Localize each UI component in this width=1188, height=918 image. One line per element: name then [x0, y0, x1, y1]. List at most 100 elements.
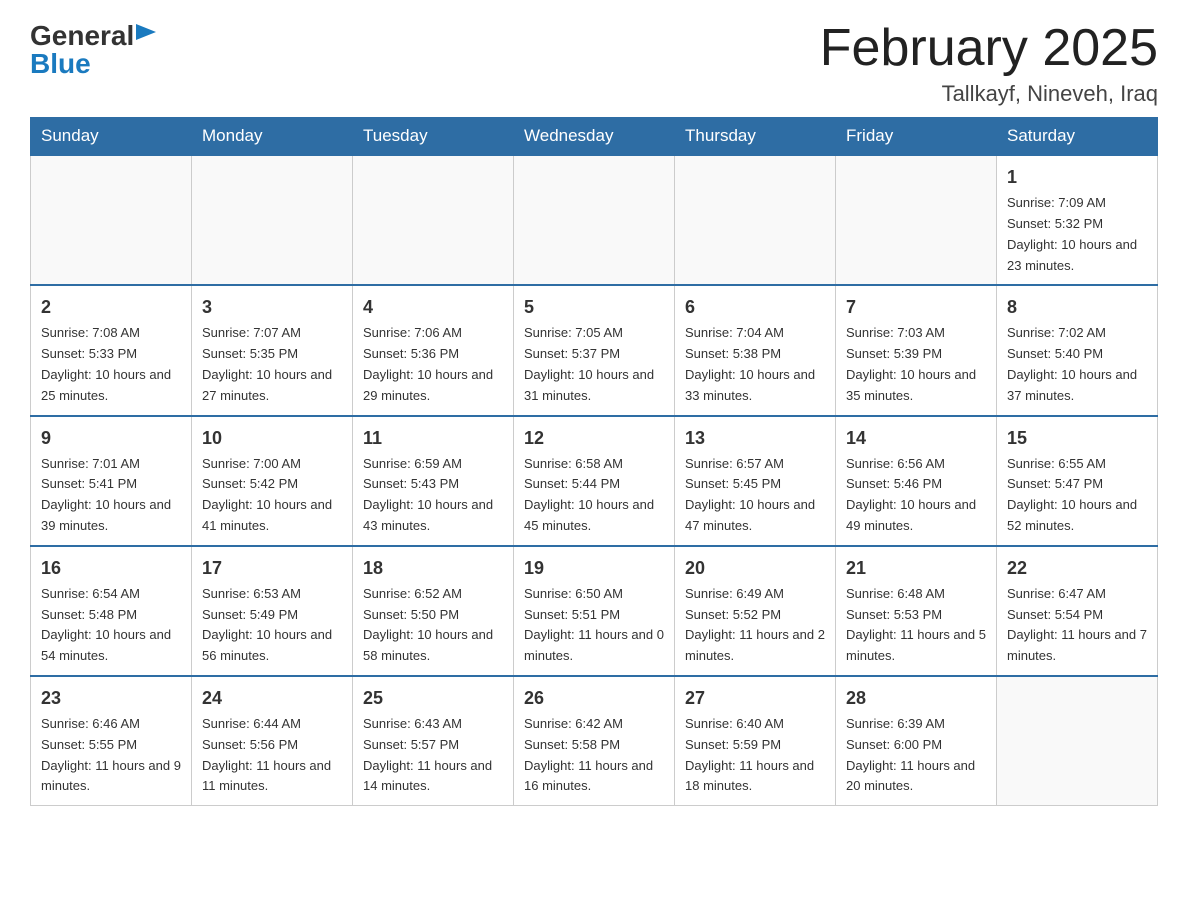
calendar-cell: 17Sunrise: 6:53 AM Sunset: 5:49 PM Dayli… — [192, 546, 353, 676]
day-info: Sunrise: 6:44 AM Sunset: 5:56 PM Dayligh… — [202, 714, 342, 797]
calendar-cell — [675, 155, 836, 285]
calendar-cell: 27Sunrise: 6:40 AM Sunset: 5:59 PM Dayli… — [675, 676, 836, 806]
day-number: 11 — [363, 425, 503, 452]
day-info: Sunrise: 6:48 AM Sunset: 5:53 PM Dayligh… — [846, 584, 986, 667]
day-info: Sunrise: 7:06 AM Sunset: 5:36 PM Dayligh… — [363, 323, 503, 406]
calendar-week-row: 16Sunrise: 6:54 AM Sunset: 5:48 PM Dayli… — [31, 546, 1158, 676]
calendar-week-row: 1Sunrise: 7:09 AM Sunset: 5:32 PM Daylig… — [31, 155, 1158, 285]
day-number: 10 — [202, 425, 342, 452]
day-info: Sunrise: 6:58 AM Sunset: 5:44 PM Dayligh… — [524, 454, 664, 537]
day-info: Sunrise: 6:54 AM Sunset: 5:48 PM Dayligh… — [41, 584, 181, 667]
day-number: 23 — [41, 685, 181, 712]
calendar-subtitle: Tallkayf, Nineveh, Iraq — [820, 81, 1158, 107]
calendar-cell: 1Sunrise: 7:09 AM Sunset: 5:32 PM Daylig… — [997, 155, 1158, 285]
calendar-cell: 28Sunrise: 6:39 AM Sunset: 6:00 PM Dayli… — [836, 676, 997, 806]
calendar-week-row: 2Sunrise: 7:08 AM Sunset: 5:33 PM Daylig… — [31, 285, 1158, 415]
day-number: 15 — [1007, 425, 1147, 452]
day-info: Sunrise: 7:09 AM Sunset: 5:32 PM Dayligh… — [1007, 193, 1147, 276]
logo-flag-icon — [136, 24, 156, 46]
calendar-cell — [31, 155, 192, 285]
calendar-cell — [997, 676, 1158, 806]
calendar-cell: 5Sunrise: 7:05 AM Sunset: 5:37 PM Daylig… — [514, 285, 675, 415]
day-info: Sunrise: 7:05 AM Sunset: 5:37 PM Dayligh… — [524, 323, 664, 406]
title-block: February 2025 Tallkayf, Nineveh, Iraq — [820, 20, 1158, 107]
day-info: Sunrise: 7:02 AM Sunset: 5:40 PM Dayligh… — [1007, 323, 1147, 406]
weekday-header: Tuesday — [353, 118, 514, 156]
calendar-cell: 19Sunrise: 6:50 AM Sunset: 5:51 PM Dayli… — [514, 546, 675, 676]
calendar-cell: 24Sunrise: 6:44 AM Sunset: 5:56 PM Dayli… — [192, 676, 353, 806]
calendar-week-row: 9Sunrise: 7:01 AM Sunset: 5:41 PM Daylig… — [31, 416, 1158, 546]
calendar-cell: 18Sunrise: 6:52 AM Sunset: 5:50 PM Dayli… — [353, 546, 514, 676]
day-number: 28 — [846, 685, 986, 712]
day-info: Sunrise: 7:03 AM Sunset: 5:39 PM Dayligh… — [846, 323, 986, 406]
weekday-header: Thursday — [675, 118, 836, 156]
calendar-cell — [514, 155, 675, 285]
calendar-cell: 26Sunrise: 6:42 AM Sunset: 5:58 PM Dayli… — [514, 676, 675, 806]
day-number: 5 — [524, 294, 664, 321]
day-number: 8 — [1007, 294, 1147, 321]
calendar-cell: 3Sunrise: 7:07 AM Sunset: 5:35 PM Daylig… — [192, 285, 353, 415]
day-info: Sunrise: 6:53 AM Sunset: 5:49 PM Dayligh… — [202, 584, 342, 667]
logo: General Blue — [30, 20, 156, 80]
calendar-cell: 20Sunrise: 6:49 AM Sunset: 5:52 PM Dayli… — [675, 546, 836, 676]
weekday-header: Sunday — [31, 118, 192, 156]
day-info: Sunrise: 6:43 AM Sunset: 5:57 PM Dayligh… — [363, 714, 503, 797]
day-number: 22 — [1007, 555, 1147, 582]
day-info: Sunrise: 6:39 AM Sunset: 6:00 PM Dayligh… — [846, 714, 986, 797]
calendar-cell: 14Sunrise: 6:56 AM Sunset: 5:46 PM Dayli… — [836, 416, 997, 546]
day-info: Sunrise: 7:07 AM Sunset: 5:35 PM Dayligh… — [202, 323, 342, 406]
day-number: 14 — [846, 425, 986, 452]
day-number: 2 — [41, 294, 181, 321]
calendar-cell: 15Sunrise: 6:55 AM Sunset: 5:47 PM Dayli… — [997, 416, 1158, 546]
calendar-cell: 13Sunrise: 6:57 AM Sunset: 5:45 PM Dayli… — [675, 416, 836, 546]
day-info: Sunrise: 6:47 AM Sunset: 5:54 PM Dayligh… — [1007, 584, 1147, 667]
day-info: Sunrise: 7:08 AM Sunset: 5:33 PM Dayligh… — [41, 323, 181, 406]
calendar-cell: 11Sunrise: 6:59 AM Sunset: 5:43 PM Dayli… — [353, 416, 514, 546]
day-info: Sunrise: 6:57 AM Sunset: 5:45 PM Dayligh… — [685, 454, 825, 537]
day-number: 26 — [524, 685, 664, 712]
calendar-table: SundayMondayTuesdayWednesdayThursdayFrid… — [30, 117, 1158, 806]
day-info: Sunrise: 6:50 AM Sunset: 5:51 PM Dayligh… — [524, 584, 664, 667]
day-number: 16 — [41, 555, 181, 582]
day-number: 24 — [202, 685, 342, 712]
day-number: 1 — [1007, 164, 1147, 191]
calendar-cell: 16Sunrise: 6:54 AM Sunset: 5:48 PM Dayli… — [31, 546, 192, 676]
calendar-cell: 2Sunrise: 7:08 AM Sunset: 5:33 PM Daylig… — [31, 285, 192, 415]
calendar-cell — [192, 155, 353, 285]
calendar-cell: 8Sunrise: 7:02 AM Sunset: 5:40 PM Daylig… — [997, 285, 1158, 415]
day-number: 19 — [524, 555, 664, 582]
weekday-header: Wednesday — [514, 118, 675, 156]
calendar-header-row: SundayMondayTuesdayWednesdayThursdayFrid… — [31, 118, 1158, 156]
day-info: Sunrise: 6:49 AM Sunset: 5:52 PM Dayligh… — [685, 584, 825, 667]
day-number: 20 — [685, 555, 825, 582]
day-number: 12 — [524, 425, 664, 452]
calendar-cell — [836, 155, 997, 285]
day-info: Sunrise: 7:00 AM Sunset: 5:42 PM Dayligh… — [202, 454, 342, 537]
calendar-cell: 10Sunrise: 7:00 AM Sunset: 5:42 PM Dayli… — [192, 416, 353, 546]
day-number: 6 — [685, 294, 825, 321]
day-number: 9 — [41, 425, 181, 452]
calendar-cell: 9Sunrise: 7:01 AM Sunset: 5:41 PM Daylig… — [31, 416, 192, 546]
calendar-cell: 25Sunrise: 6:43 AM Sunset: 5:57 PM Dayli… — [353, 676, 514, 806]
day-number: 21 — [846, 555, 986, 582]
day-info: Sunrise: 7:01 AM Sunset: 5:41 PM Dayligh… — [41, 454, 181, 537]
calendar-cell: 22Sunrise: 6:47 AM Sunset: 5:54 PM Dayli… — [997, 546, 1158, 676]
day-number: 27 — [685, 685, 825, 712]
calendar-cell: 12Sunrise: 6:58 AM Sunset: 5:44 PM Dayli… — [514, 416, 675, 546]
calendar-cell: 21Sunrise: 6:48 AM Sunset: 5:53 PM Dayli… — [836, 546, 997, 676]
logo-blue-text: Blue — [30, 48, 91, 80]
day-number: 4 — [363, 294, 503, 321]
calendar-cell — [353, 155, 514, 285]
day-info: Sunrise: 6:56 AM Sunset: 5:46 PM Dayligh… — [846, 454, 986, 537]
day-number: 25 — [363, 685, 503, 712]
calendar-cell: 23Sunrise: 6:46 AM Sunset: 5:55 PM Dayli… — [31, 676, 192, 806]
weekday-header: Saturday — [997, 118, 1158, 156]
day-info: Sunrise: 6:42 AM Sunset: 5:58 PM Dayligh… — [524, 714, 664, 797]
page-header: General Blue February 2025 Tallkayf, Nin… — [30, 20, 1158, 107]
day-number: 17 — [202, 555, 342, 582]
day-number: 18 — [363, 555, 503, 582]
day-info: Sunrise: 6:46 AM Sunset: 5:55 PM Dayligh… — [41, 714, 181, 797]
day-number: 7 — [846, 294, 986, 321]
calendar-cell: 4Sunrise: 7:06 AM Sunset: 5:36 PM Daylig… — [353, 285, 514, 415]
calendar-cell: 7Sunrise: 7:03 AM Sunset: 5:39 PM Daylig… — [836, 285, 997, 415]
